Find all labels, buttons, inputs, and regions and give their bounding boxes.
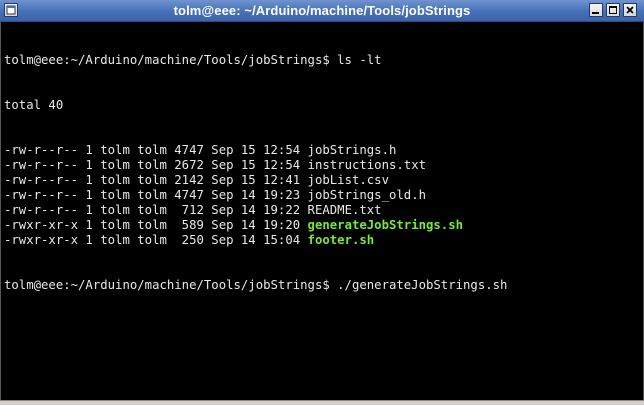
file-row: -rw-r--r-- 1 tolm tolm 4747 Sep 14 19:23… [4, 188, 507, 203]
minimize-icon [592, 12, 599, 14]
maximize-icon [609, 6, 617, 14]
file-row: -rw-r--r-- 1 tolm tolm 2672 Sep 15 12:54… [4, 158, 507, 173]
file-row: -rwxr-xr-x 1 tolm tolm 589 Sep 14 19:20 … [4, 218, 507, 233]
terminal-output[interactable]: tolm@eee:~/Arduino/machine/Tools/jobStri… [0, 22, 644, 405]
window-bottom-border [0, 400, 644, 405]
file-name: instructions.txt [307, 158, 427, 172]
window-title: tolm@eee: ~/Arduino/machine/Tools/jobStr… [173, 3, 471, 18]
command-line: tolm@eee:~/Arduino/machine/Tools/jobStri… [4, 278, 508, 292]
total-line: total 40 [4, 98, 64, 112]
title-bar[interactable]: tolm@eee: ~/Arduino/machine/Tools/jobStr… [0, 0, 644, 22]
close-button[interactable] [623, 3, 637, 17]
file-name: jobStrings_old.h [307, 188, 427, 202]
file-row: -rw-r--r-- 1 tolm tolm 2142 Sep 15 12:41… [4, 173, 507, 188]
terminal-text: tolm@eee:~/Arduino/machine/Tools/jobStri… [4, 23, 507, 323]
file-meta: -rw-r--r-- 1 tolm tolm 4747 Sep 15 12:54 [4, 143, 308, 157]
minimize-button[interactable] [589, 3, 603, 17]
file-row: -rw-r--r-- 1 tolm tolm 712 Sep 14 19:22 … [4, 203, 507, 218]
file-meta: -rw-r--r-- 1 tolm tolm 2672 Sep 15 12:54 [4, 158, 308, 172]
file-name: jobList.csv [307, 173, 389, 187]
terminal-window: tolm@eee: ~/Arduino/machine/Tools/jobStr… [0, 0, 644, 405]
file-meta: -rw-r--r-- 1 tolm tolm 712 Sep 14 19:22 [4, 203, 308, 217]
file-meta: -rw-r--r-- 1 tolm tolm 2142 Sep 15 12:41 [4, 173, 308, 187]
command-line: tolm@eee:~/Arduino/machine/Tools/jobStri… [4, 53, 382, 67]
file-meta: -rwxr-xr-x 1 tolm tolm 589 Sep 14 19:20 [4, 218, 308, 232]
file-list: -rw-r--r-- 1 tolm tolm 4747 Sep 15 12:54… [4, 143, 507, 248]
file-meta: -rwxr-xr-x 1 tolm tolm 250 Sep 14 15:04 [4, 233, 308, 247]
maximize-button[interactable] [606, 3, 620, 17]
file-name: generateJobStrings.sh [307, 218, 464, 232]
file-name: jobStrings.h [307, 143, 397, 157]
close-icon [626, 6, 634, 14]
file-name: footer.sh [307, 233, 375, 247]
file-row: -rw-r--r-- 1 tolm tolm 4747 Sep 15 12:54… [4, 143, 507, 158]
file-meta: -rw-r--r-- 1 tolm tolm 4747 Sep 14 19:23 [4, 188, 308, 202]
file-name: README.txt [307, 203, 382, 217]
file-row: -rwxr-xr-x 1 tolm tolm 250 Sep 14 15:04 … [4, 233, 507, 248]
